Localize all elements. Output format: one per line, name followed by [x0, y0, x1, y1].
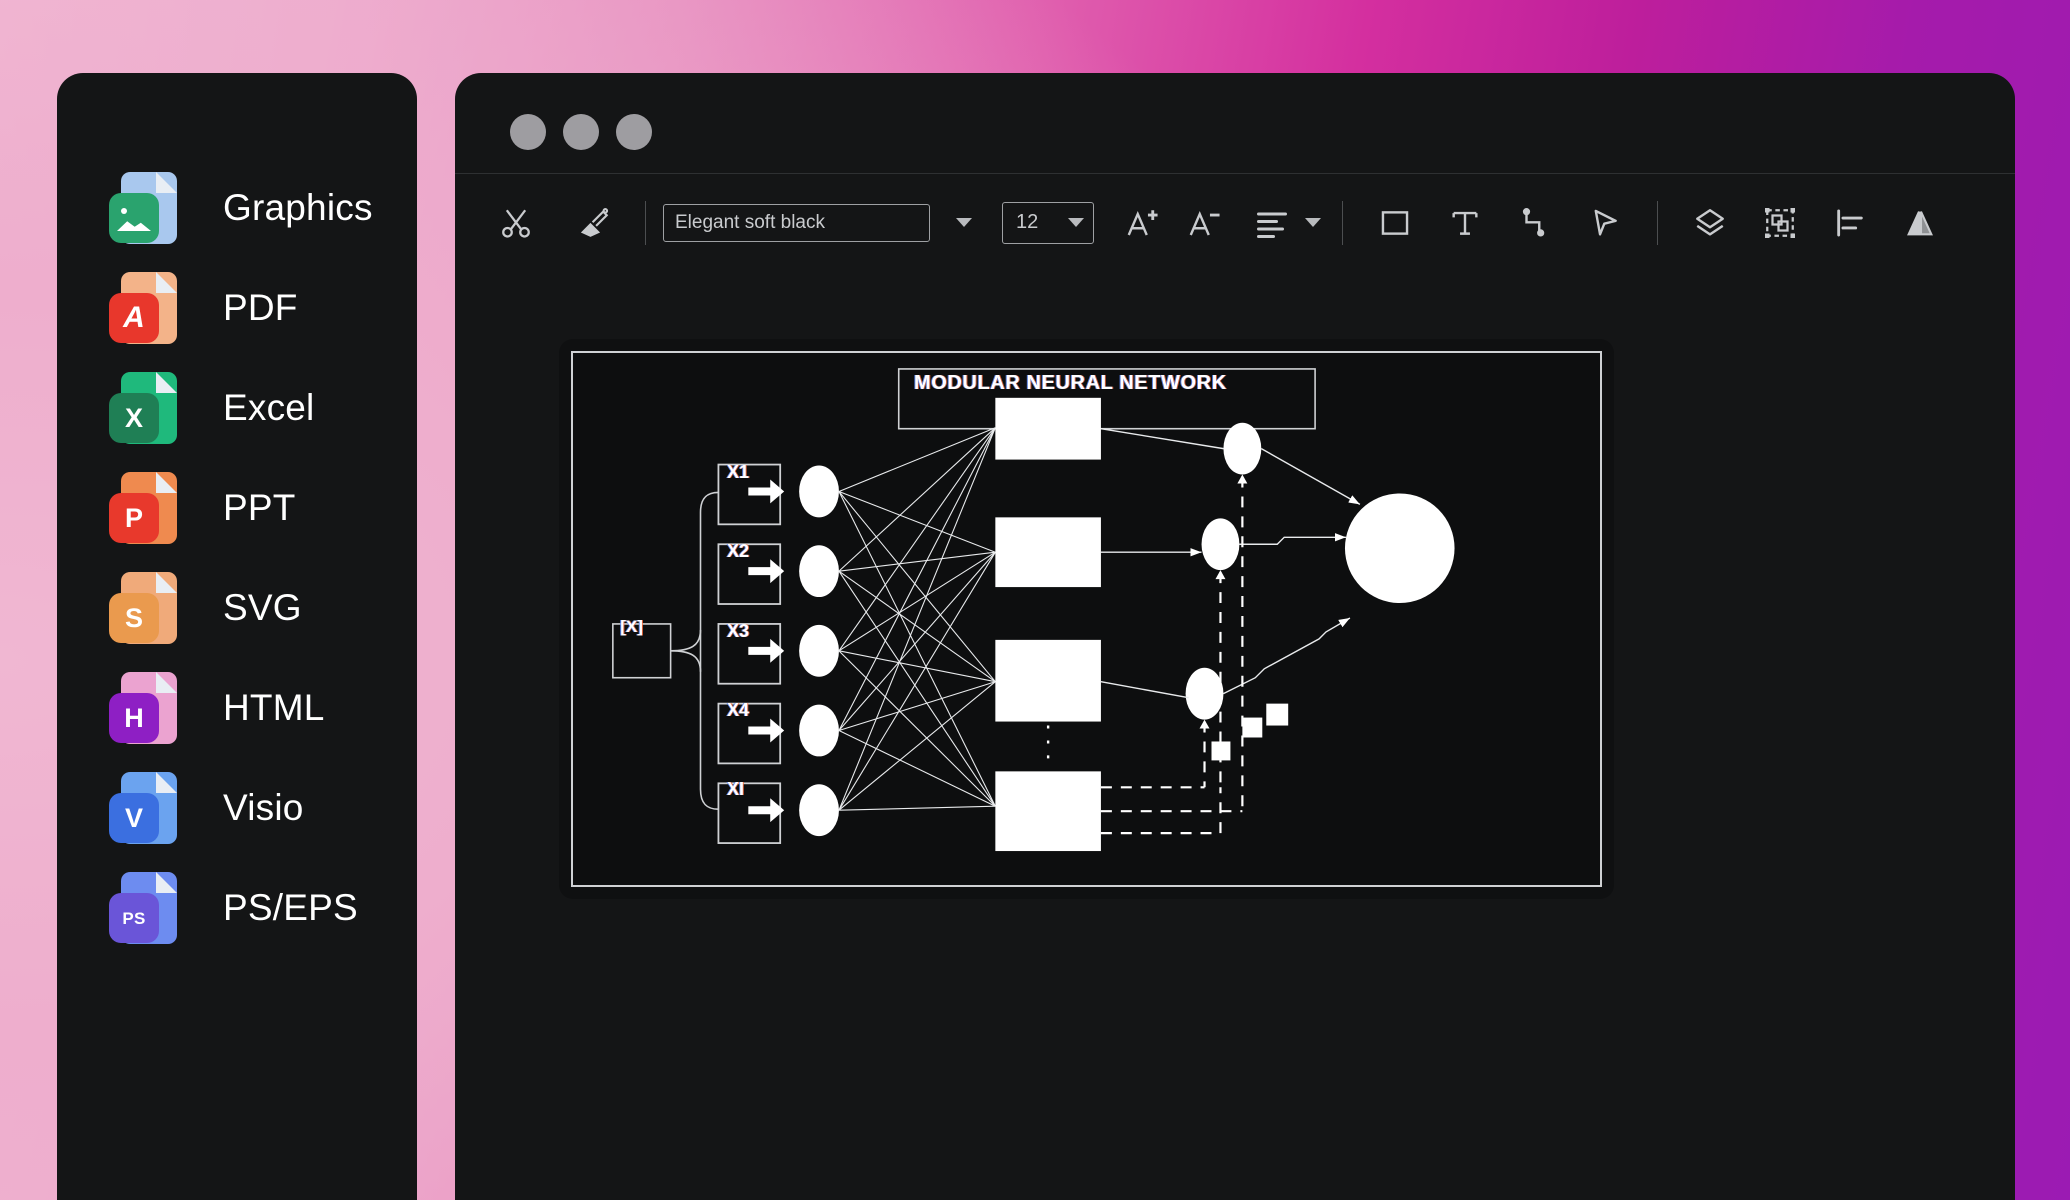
feedback-arrow-2: [1215, 570, 1226, 580]
sidebar-item-visio[interactable]: V Visio: [57, 758, 417, 858]
toolbar-divider-3: [1657, 200, 1658, 245]
excel-badge: X: [109, 393, 159, 443]
source-node-label: [X]: [620, 616, 643, 636]
editor-toolbar: Elegant soft black 12: [455, 174, 2015, 271]
window-title-bar: [455, 73, 2015, 173]
sidebar-item-excel[interactable]: X Excel: [57, 358, 417, 458]
module-connectors: [1100, 428, 1224, 699]
sidebar-item-label: PPT: [223, 487, 296, 528]
sidebar-item-label: SVG: [223, 587, 302, 628]
connector-icon[interactable]: [1500, 192, 1570, 254]
sidebar-item-pdf[interactable]: A PDF: [57, 258, 417, 358]
input-label-x4: X4: [727, 699, 750, 720]
sidebar-item-label: PDF: [223, 287, 298, 328]
application-window: Elegant soft black 12 MODULAR NEURAL NET…: [455, 73, 2015, 1200]
module-ellipse-2[interactable]: [1201, 518, 1240, 571]
diagram-canvas-frame: MODULAR NEURAL NETWORK [X] X1 X2 X3 X4 X…: [559, 339, 1614, 899]
increase-font-size-icon[interactable]: [1112, 192, 1174, 254]
rectangle-shape-icon[interactable]: [1360, 192, 1430, 254]
html-file-icon: H: [109, 669, 187, 747]
input-label-x2: X2: [727, 541, 750, 562]
chevron-down-icon: [1068, 218, 1084, 227]
output-circle[interactable]: [1344, 493, 1455, 604]
sidebar-item-graphics[interactable]: Graphics: [57, 158, 417, 258]
sidebar-item-label: Graphics: [223, 187, 373, 228]
cut-icon[interactable]: [485, 192, 547, 254]
module-rect-1[interactable]: [995, 397, 1101, 460]
pdf-file-icon: A: [109, 269, 187, 347]
input-label-x3: X3: [727, 620, 750, 641]
visio-badge: V: [109, 793, 159, 843]
feedback-arrow-1: [1199, 719, 1210, 729]
feedback-node-2[interactable]: [1242, 717, 1263, 738]
sidebar-panel: Graphics A PDF X Excel P PPT S SVG H HTM…: [57, 73, 417, 1200]
input-label-x1: X1: [727, 462, 750, 483]
align-objects-icon[interactable]: [1815, 192, 1885, 254]
hidden-layer-modules: [995, 397, 1101, 852]
fully-connected-edges: [838, 427, 996, 811]
input-bracket-bottom: [670, 650, 719, 811]
format-painter-icon[interactable]: [563, 192, 625, 254]
image-glyph-icon: [117, 205, 151, 231]
font-family-dropdown-icon[interactable]: [940, 199, 988, 247]
graphics-file-icon: [109, 169, 187, 247]
toolbar-divider: [645, 200, 646, 245]
font-family-input[interactable]: Elegant soft black: [663, 203, 930, 242]
sidebar-item-html[interactable]: H HTML: [57, 658, 417, 758]
align-dropdown-icon[interactable]: [1300, 199, 1326, 247]
font-size-value: 12: [1016, 211, 1039, 233]
feedback-node-3[interactable]: [1211, 741, 1231, 761]
sidebar-item-label: PS/EPS: [223, 887, 358, 928]
decrease-font-size-icon[interactable]: [1174, 192, 1236, 254]
diagram-canvas[interactable]: MODULAR NEURAL NETWORK [X] X1 X2 X3 X4 X…: [571, 351, 1602, 887]
close-button[interactable]: [510, 114, 546, 150]
text-box-icon[interactable]: [1430, 192, 1500, 254]
minimize-button[interactable]: [563, 114, 599, 150]
feedback-node-1[interactable]: [1266, 703, 1289, 726]
sidebar-item-label: HTML: [223, 687, 325, 728]
ps-eps-file-icon: PS: [109, 869, 187, 947]
svg-badge: S: [109, 593, 159, 643]
flip-icon[interactable]: [1885, 192, 1955, 254]
html-badge: H: [109, 693, 159, 743]
sidebar-item-label: Visio: [223, 787, 304, 828]
module-rect-3[interactable]: [995, 639, 1101, 722]
layers-icon[interactable]: [1675, 192, 1745, 254]
font-size-select[interactable]: 12: [1002, 201, 1094, 244]
svg-file-icon: S: [109, 569, 187, 647]
pointer-icon[interactable]: [1570, 192, 1640, 254]
excel-file-icon: X: [109, 369, 187, 447]
sidebar-item-ps-eps[interactable]: PS PS/EPS: [57, 858, 417, 958]
ps-badge: PS: [109, 893, 159, 943]
module-rect-2[interactable]: [995, 517, 1101, 588]
ppt-file-icon: P: [109, 469, 187, 547]
module-rect-4[interactable]: [995, 771, 1101, 852]
align-text-icon[interactable]: [1244, 192, 1300, 254]
visio-file-icon: V: [109, 769, 187, 847]
input-label-xi: XI: [727, 779, 745, 800]
diagram-title: MODULAR NEURAL NETWORK: [913, 372, 1227, 395]
module-ellipse-1[interactable]: [1223, 422, 1262, 475]
maximize-button[interactable]: [616, 114, 652, 150]
input-bracket-top: [670, 491, 719, 652]
module-ellipse-3[interactable]: [1185, 667, 1224, 720]
sidebar-item-svg[interactable]: S SVG: [57, 558, 417, 658]
output-edges: [1223, 448, 1361, 695]
feedback-arrow-3: [1237, 474, 1248, 484]
ppt-badge: P: [109, 493, 159, 543]
group-objects-icon[interactable]: [1745, 192, 1815, 254]
sidebar-item-label: Excel: [223, 387, 315, 428]
sidebar-item-ppt[interactable]: P PPT: [57, 458, 417, 558]
toolbar-divider-2: [1342, 200, 1343, 245]
